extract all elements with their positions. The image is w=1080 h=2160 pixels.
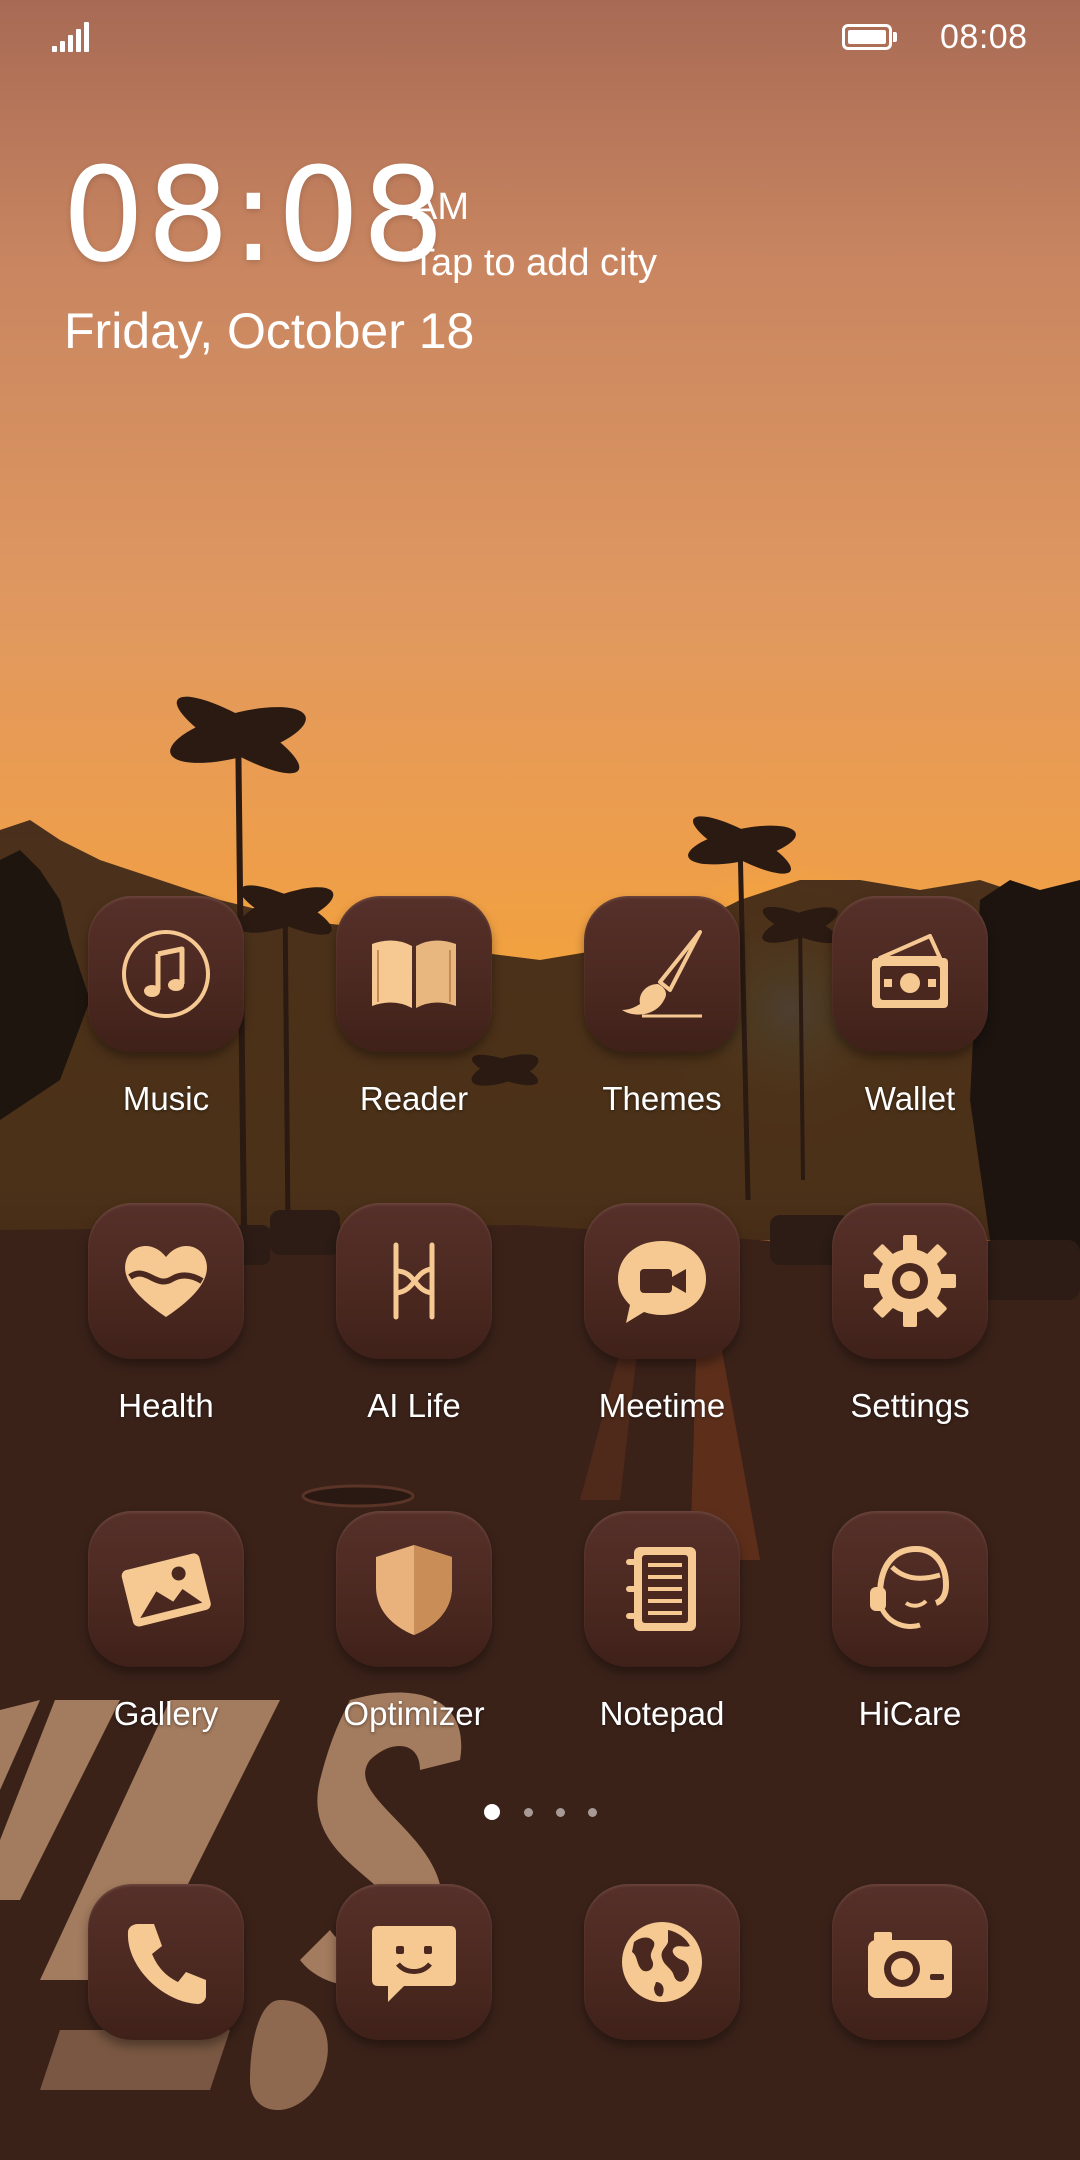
camera-icon: [868, 1932, 952, 1998]
app-tile[interactable]: [336, 1511, 492, 1667]
page-dot-active: [484, 1804, 500, 1820]
notepad-icon: [626, 1547, 696, 1631]
app-label: Notepad: [599, 1695, 725, 1732]
app-tile[interactable]: [88, 1511, 244, 1667]
app-tile[interactable]: [584, 1511, 740, 1667]
app-tile[interactable]: [336, 896, 492, 1052]
app-label: Settings: [850, 1387, 970, 1424]
app-label: Themes: [602, 1080, 722, 1117]
phone-icon: [127, 1924, 206, 2004]
app-tile[interactable]: [88, 896, 244, 1052]
open-book-icon: [372, 940, 456, 1008]
wallet-icon: [872, 934, 948, 1008]
globe-icon: [622, 1922, 702, 2002]
messages-icon: [372, 1926, 456, 2002]
paintbrush-icon: [622, 930, 702, 1018]
app-label: Meetime: [598, 1387, 726, 1424]
app-tile[interactable]: [584, 1203, 740, 1359]
battery-full-icon: [842, 24, 898, 50]
app-label: Music: [122, 1080, 210, 1117]
video-chat-icon: [618, 1241, 706, 1323]
app-tile[interactable]: [88, 1203, 244, 1359]
music-note-icon: [122, 930, 210, 1018]
add-city-link[interactable]: Tap to add city: [412, 242, 657, 285]
app-tile[interactable]: [336, 1203, 492, 1359]
app-tile[interactable]: [832, 1884, 988, 2040]
picture-icon: [121, 1553, 211, 1627]
app-label: AI Life: [367, 1387, 461, 1424]
page-dot: [588, 1808, 597, 1817]
status-bar-time: 08:08: [940, 18, 1028, 56]
ai-life-icon: [393, 1242, 435, 1320]
app-tile[interactable]: [584, 896, 740, 1052]
app-tile[interactable]: [832, 1203, 988, 1359]
app-tile[interactable]: [584, 1884, 740, 2040]
gear-icon: [864, 1235, 956, 1327]
clock-date: Friday, October 18: [64, 303, 475, 359]
app-label: Health: [118, 1387, 214, 1424]
page-dot: [524, 1808, 533, 1817]
clock-ampm: AM: [412, 186, 469, 228]
app-tile[interactable]: [832, 1511, 988, 1667]
clock-time[interactable]: 08:08: [62, 150, 447, 280]
app-tile[interactable]: [336, 1884, 492, 2040]
app-tile[interactable]: [832, 896, 988, 1052]
headset-icon: [870, 1545, 950, 1629]
app-tile[interactable]: [88, 1884, 244, 2040]
status-bar: 08:08: [0, 0, 1080, 72]
app-label: Gallery: [113, 1695, 219, 1732]
heart-icon: [125, 1245, 207, 1317]
page-dot: [556, 1808, 565, 1817]
app-label: Wallet: [864, 1080, 956, 1117]
signal-bars-icon: [52, 22, 92, 52]
app-label: HiCare: [858, 1695, 962, 1732]
app-label: Optimizer: [343, 1695, 485, 1732]
shield-icon: [376, 1545, 452, 1635]
app-label: Reader: [359, 1080, 469, 1117]
